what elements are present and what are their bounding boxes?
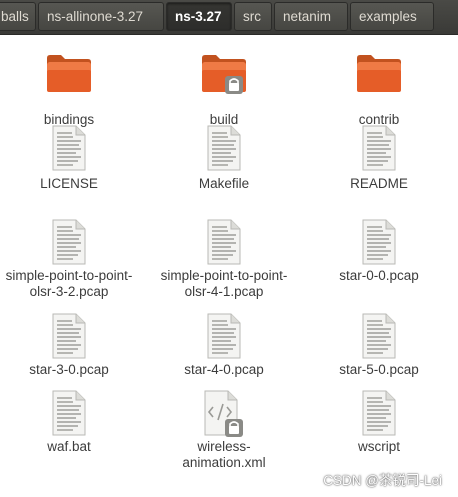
file-item-simple-point-to-point-olsr-3-2[interactable]: simple-point-to-point-olsr-3-2.pcap — [3, 218, 135, 300]
breadcrumb-item-ns-allinone[interactable]: ns-allinone-3.27 — [38, 2, 164, 31]
locked-folder-icon — [158, 52, 290, 112]
text-file-icon — [158, 218, 290, 268]
text-file-icon — [313, 312, 445, 362]
file-item-waf-bat[interactable]: waf.bat — [3, 389, 135, 455]
file-name: simple-point-to-point-olsr-4-1.pcap — [160, 268, 288, 299]
locked-xml-file-icon — [158, 389, 290, 439]
breadcrumb-item-ns-3-27[interactable]: ns-3.27 — [166, 2, 232, 31]
text-file-icon — [3, 312, 135, 362]
file-item-wscript[interactable]: wscript — [313, 389, 445, 455]
file-name: star-4-0.pcap — [184, 362, 264, 377]
breadcrumb-item-balls[interactable]: balls — [0, 2, 36, 31]
text-file-icon — [313, 218, 445, 268]
breadcrumb-item-examples[interactable]: examples — [350, 2, 434, 31]
file-name: waf.bat — [47, 439, 91, 454]
file-item-makefile[interactable]: Makefile — [158, 124, 290, 192]
file-item-license[interactable]: LICENSE — [3, 124, 135, 192]
text-file-icon — [3, 124, 135, 176]
file-item-build[interactable]: build — [158, 52, 290, 128]
file-name: star-0-0.pcap — [339, 268, 419, 283]
file-name: star-5-0.pcap — [339, 362, 419, 377]
file-name: LICENSE — [40, 176, 98, 191]
breadcrumb-item-src[interactable]: src — [234, 2, 272, 31]
text-file-icon — [158, 312, 290, 362]
file-item-simple-point-to-point-olsr-4-1[interactable]: simple-point-to-point-olsr-4-1.pcap — [158, 218, 290, 300]
file-manager-window: balls ns-allinone-3.27 ns-3.27 src netan… — [0, 0, 458, 497]
file-item-star-3-0[interactable]: star-3-0.pcap — [3, 312, 135, 378]
file-item-star-5-0[interactable]: star-5-0.pcap — [313, 312, 445, 378]
file-name: wscript — [357, 439, 400, 454]
text-file-icon — [3, 389, 135, 439]
file-name: README — [350, 176, 408, 191]
breadcrumb-item-netanim[interactable]: netanim — [274, 2, 348, 31]
file-item-bindings[interactable]: bindings — [3, 52, 135, 128]
file-item-contrib[interactable]: contrib — [313, 52, 445, 128]
file-item-star-4-0[interactable]: star-4-0.pcap — [158, 312, 290, 378]
text-file-icon — [3, 218, 135, 268]
text-file-icon — [158, 124, 290, 176]
breadcrumb: balls ns-allinone-3.27 ns-3.27 src netan… — [0, 0, 458, 35]
file-item-wireless-animation-xml[interactable]: wireless-animation.xml — [158, 389, 290, 471]
file-item-star-0-0[interactable]: star-0-0.pcap — [313, 218, 445, 284]
file-name: Makefile — [198, 176, 250, 191]
file-name: star-3-0.pcap — [29, 362, 109, 377]
file-item-readme[interactable]: README — [313, 124, 445, 192]
file-name: wireless-animation.xml — [182, 439, 266, 470]
watermark: CSDN @茶锐司-Lei — [323, 473, 442, 488]
folder-icon — [313, 52, 445, 112]
file-name: simple-point-to-point-olsr-3-2.pcap — [5, 268, 133, 299]
text-file-icon — [313, 389, 445, 439]
folder-icon — [3, 52, 135, 112]
text-file-icon — [313, 124, 445, 176]
